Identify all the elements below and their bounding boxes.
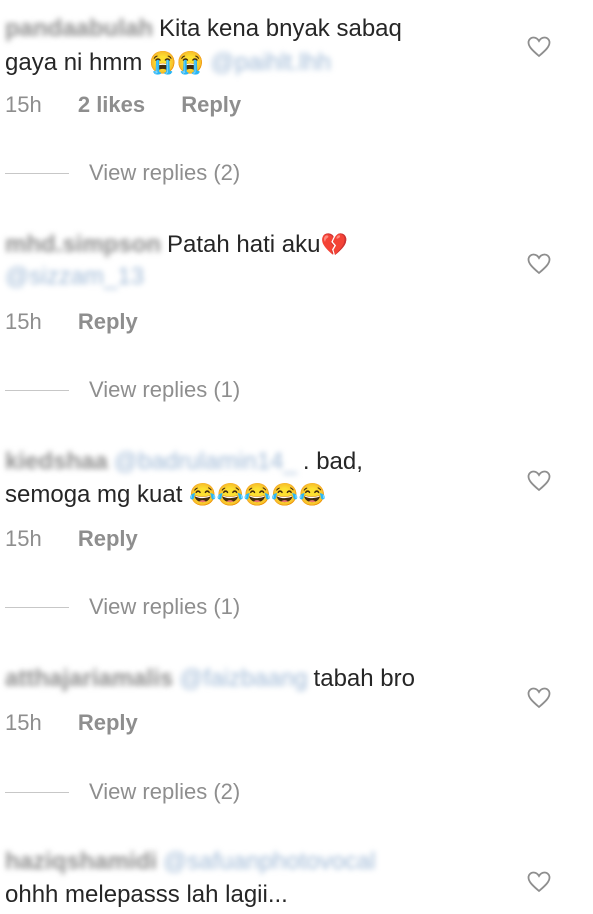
comment-username[interactable]: mhd.simpson [5,230,161,260]
heart-icon[interactable] [527,36,551,58]
comment-text: ohhh melepasss lah lagii... [5,881,288,908]
comment-text: semoga mg kuat [5,481,183,508]
comment-username[interactable]: haziqshamidi [5,847,157,877]
comment-text: Patah hati aku [167,231,321,258]
heart-icon[interactable] [527,253,551,275]
comment-timestamp: 15h [5,710,42,735]
view-replies-label: View replies (1) [89,594,241,619]
heart-icon[interactable] [527,470,551,492]
view-replies-button[interactable]: View replies (1) [5,594,240,620]
comment-text: Kita kena bnyak sabaq [159,15,402,42]
view-replies-label: View replies (2) [89,160,241,185]
heart-icon[interactable] [527,871,551,893]
reply-button[interactable]: Reply [78,309,138,334]
divider [5,172,69,174]
emoji-broken-heart: 💔 [320,232,348,257]
reply-button[interactable]: Reply [78,710,138,735]
comment-timestamp: 15h [5,309,42,334]
comment-mention[interactable]: @badrulamin14_ [114,447,297,477]
divider [5,389,69,391]
divider [5,791,69,793]
comment-username[interactable]: atthajariamalis [5,664,173,694]
view-replies-label: View replies (1) [89,377,241,402]
divider [5,606,69,608]
comment-username[interactable]: pandaabulah [5,14,153,44]
comment-text: tabah bro [313,665,415,692]
comment-username[interactable]: kiedshaa [5,447,108,477]
comment-timestamp: 15h [5,92,42,117]
reply-button[interactable]: Reply [78,526,138,551]
comment-mention[interactable]: @sizzam_13 [5,262,144,292]
view-replies-label: View replies (2) [89,779,241,804]
comment-text: . bad, [302,448,363,475]
emoji-tears-of-joy: 😂😂😂😂😂 [189,482,327,507]
comment-timestamp: 15h [5,526,42,551]
view-replies-button[interactable]: View replies (2) [5,779,240,805]
view-replies-button[interactable]: View replies (1) [5,377,240,403]
comment-text: gaya ni hmm [5,49,143,76]
heart-icon[interactable] [527,687,551,709]
comment-mention[interactable]: @paihlt.lhh [211,48,331,78]
comment-likes-count[interactable]: 2 likes [78,92,145,117]
reply-button[interactable]: Reply [181,92,241,117]
emoji-crying: 😭😭 [149,50,204,75]
comment-mention[interactable]: @faizbaang [179,664,307,694]
view-replies-button[interactable]: View replies (2) [5,160,240,186]
comment-mention[interactable]: @safuanphotovocal [163,847,376,877]
